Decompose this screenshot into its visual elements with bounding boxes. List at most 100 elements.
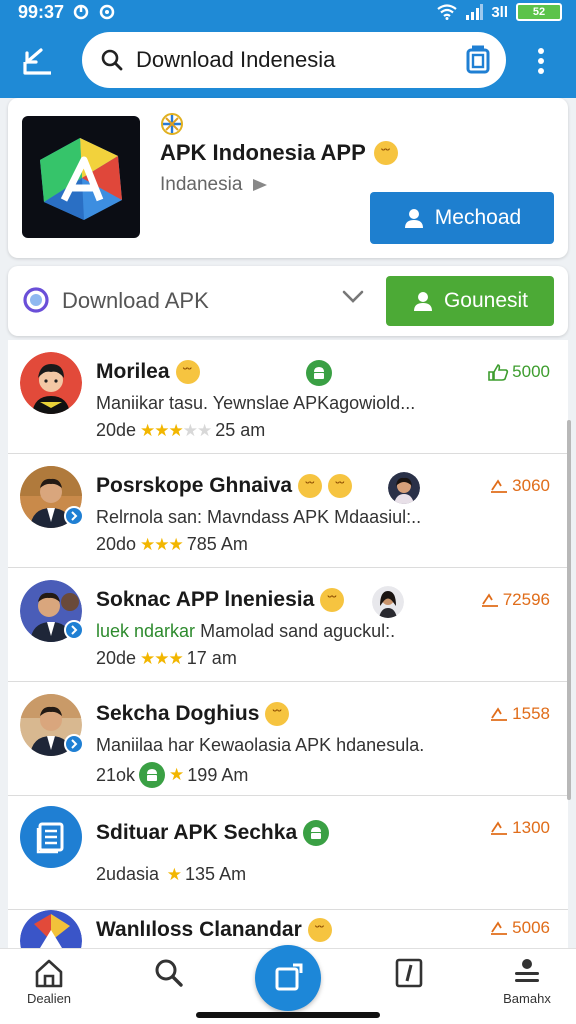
user-icon (404, 209, 423, 228)
trend-icon (481, 593, 498, 607)
list-item[interactable]: Wanlıloss Clanandar ˘˘ 5006 (8, 910, 568, 948)
app-bar (0, 24, 576, 98)
nav-create-button[interactable] (255, 945, 321, 1011)
emoji-icon: ˘˘ (298, 474, 323, 498)
scrollbar[interactable] (567, 420, 571, 800)
list-item-title-row: Posrskope Ghnaiva ˘˘ ˘˘ (96, 474, 353, 498)
star-rating: ★ (163, 864, 182, 884)
download-count-value: 72596 (502, 590, 550, 609)
emoji-icon: ˘˘ (307, 918, 332, 942)
avatar (20, 806, 82, 868)
featured-download-button[interactable]: Mechoad (370, 192, 554, 244)
cell-signal-icon (466, 4, 484, 20)
search-icon (101, 49, 123, 71)
verified-badge-icon (64, 506, 84, 526)
list-item-time: 25 am (215, 420, 266, 440)
search-box[interactable] (82, 32, 506, 88)
list-item-meta: 2udasia ★ 135 Am (96, 864, 246, 885)
nav-profile-label: Bamahx (503, 991, 551, 1006)
search-input[interactable] (136, 47, 464, 73)
android-icon (306, 360, 332, 386)
list-item-desc-highlight: luek ndarkar (96, 621, 196, 641)
list-item-title-row: Sdituar APK Sechka (96, 820, 330, 846)
featured-app-subtitle: Indanesia (160, 174, 243, 195)
featured-app-subtitle-row: Indanesia (160, 174, 268, 196)
home-icon (35, 959, 63, 988)
search-icon (23, 287, 49, 313)
overflow-menu-icon[interactable] (526, 46, 556, 76)
list-item-meta: 21ok ★ 199 Am (96, 762, 248, 788)
play-icon (253, 179, 268, 191)
trend-icon (491, 921, 508, 935)
list-item-meta-prefix: 20de (96, 648, 137, 668)
contributor-avatar (372, 586, 404, 618)
battery-level: 52 (532, 6, 546, 18)
list-item-title: Posrskope Ghnaiva (96, 474, 293, 497)
list-item-meta: 20de ★★★ 17 am (96, 648, 237, 669)
star-rating: ★★★ (140, 534, 184, 554)
featured-app-title: APK Indonesia APP (160, 140, 366, 165)
avatar (20, 580, 84, 642)
profile-icon (515, 959, 539, 982)
search-icon (155, 959, 183, 987)
list-item-title: Sdituar APK Sechka (96, 821, 298, 844)
list-item-time: 17 am (186, 648, 237, 668)
new-document-icon (275, 963, 303, 991)
filter-field[interactable] (22, 278, 372, 324)
list-item[interactable]: Sdituar APK Sechka 2udasia ★ 135 Am 1300 (8, 796, 568, 910)
trend-icon (491, 707, 508, 721)
list-item[interactable]: Sekcha Doghius ˘˘ Maniilaa har Kewaolasi… (8, 682, 568, 796)
list-item[interactable]: Soknac APP lneniesia ˘˘ luek ndarkar Mam… (8, 568, 568, 682)
list-item-title: Wanlıloss Clanandar (96, 918, 302, 941)
android-icon (139, 762, 166, 788)
chevron-down-icon[interactable] (342, 290, 364, 304)
download-count-value: 5006 (512, 918, 550, 937)
download-count: 5006 (489, 918, 550, 938)
app-logo (22, 116, 140, 238)
download-count: 1300 (489, 818, 550, 838)
sync-icon (99, 4, 115, 20)
back-arrow-icon (23, 48, 51, 75)
list-item-desc: Relrnola san: Mavndass APK Mdaasiul:.. (96, 507, 422, 527)
battery-icon: 52 (516, 3, 562, 21)
list-item-desc: Maniikar tasu. Yewnslae APKagowiold... (96, 393, 416, 413)
list-item-title: Sekcha Doghius (96, 702, 260, 725)
avatar (20, 352, 82, 414)
nav-library[interactable] (364, 957, 454, 1015)
list-item-desc: Maniilaa har Kewaolasia APK hdanesula. (96, 735, 425, 755)
list-item[interactable]: Posrskope Ghnaiva ˘˘ ˘˘ Relrnola san: Ma… (8, 454, 568, 568)
filter-input[interactable] (62, 288, 322, 314)
copy-icon[interactable] (464, 45, 492, 75)
music-icon (395, 958, 423, 988)
nav-profile[interactable]: Bamahx (482, 957, 572, 1015)
verified-badge-icon (64, 734, 84, 754)
download-count-value: 1300 (512, 818, 550, 837)
featured-app-card[interactable]: APK Indonesia APP ˘˘ Indanesia Mechoad (8, 98, 568, 258)
emoji-icon: ˘˘ (265, 702, 290, 726)
list-item-meta: 20do ★★★ 785 Am (96, 534, 248, 555)
status-time: 99:37 (18, 1, 65, 22)
list-item-time: 785 Am (186, 534, 248, 554)
user-icon (413, 292, 432, 311)
list-item-title-row: Sekcha Doghius ˘˘ (96, 702, 290, 726)
nav-home[interactable]: Dealien (4, 957, 94, 1015)
download-count: 1558 (489, 704, 550, 724)
list-item-desc-row: luek ndarkar Mamolad sand aguckul:. (96, 621, 436, 642)
back-button[interactable] (16, 39, 60, 83)
contributor-avatar (388, 472, 420, 504)
list-item-title: Soknac APP lneniesia (96, 588, 315, 611)
emoji-icon: ˘˘ (373, 141, 398, 165)
list-item-title-row: Morilea ˘˘ (96, 360, 200, 384)
featured-download-label: Mechoad (434, 206, 522, 229)
list-item-time: 135 Am (185, 864, 247, 884)
download-count: 72596 (480, 590, 550, 610)
filter-action-button[interactable]: Gounesit (386, 276, 554, 326)
list-item-meta-prefix: 2udasia (96, 864, 160, 884)
thumb-up-icon (488, 364, 509, 381)
list-item-desc: Mamolad sand aguckul:. (200, 621, 396, 641)
list-item-title-row: Soknac APP lneniesia ˘˘ (96, 588, 345, 612)
nav-search[interactable] (124, 957, 214, 1015)
download-count: 3060 (489, 476, 550, 496)
download-count-value: 5000 (512, 362, 550, 381)
list-item[interactable]: Morilea ˘˘ Maniikar tasu. Yewnslae APKag… (8, 340, 568, 454)
